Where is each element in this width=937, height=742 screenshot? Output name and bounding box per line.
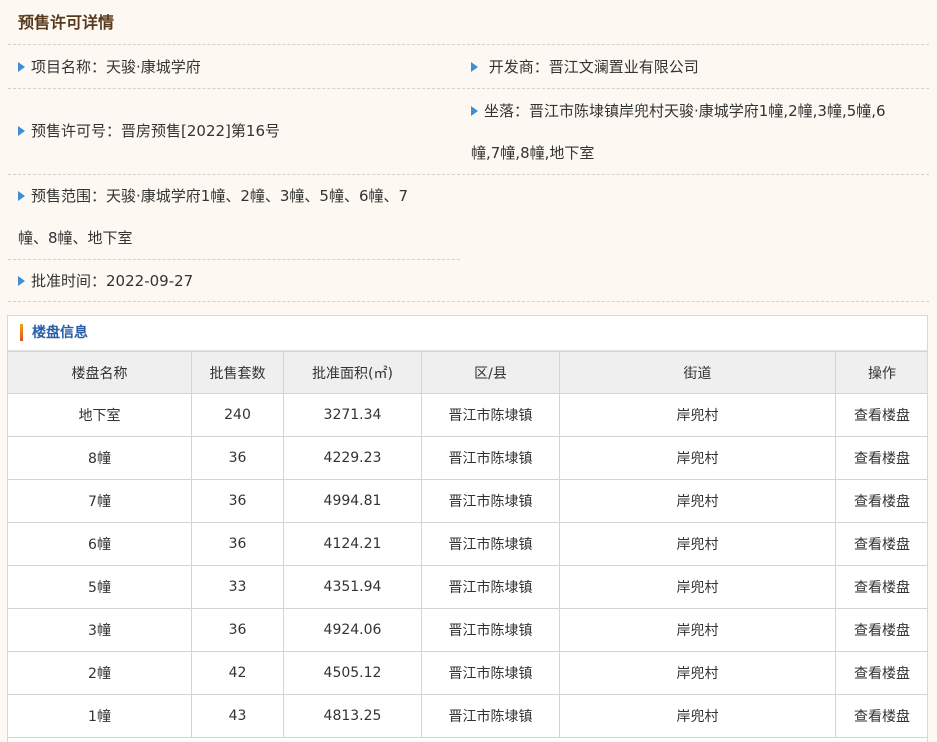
building-info-panel: 楼盘信息 楼盘名称 批售套数 批准面积(㎡) 区/县 街道 操作 地下室 240… [7, 315, 928, 742]
info-permit-no: 预售许可号：晋房预售[2022]第16号 [18, 110, 280, 152]
table-row: 2幢 42 4505.12 晋江市陈埭镇 岸兜村 查看楼盘 [8, 651, 927, 695]
view-building-link[interactable]: 查看楼盘 [835, 651, 927, 695]
cell-units: 36 [191, 436, 284, 480]
column-header: 楼盘名称 [8, 351, 192, 394]
cell-building-name: 地下室 [8, 393, 192, 437]
cell-district: 晋江市陈埭镇 [421, 651, 560, 695]
divider [8, 88, 929, 89]
cell-area: 4351.94 [283, 565, 422, 609]
triangle-bullet-icon [471, 61, 478, 72]
view-building-link[interactable]: 查看楼盘 [835, 479, 927, 523]
cell-building-name: 3幢 [8, 608, 192, 652]
triangle-bullet-icon [18, 190, 25, 201]
cell-units: 33 [191, 565, 284, 609]
info-approve-date: 批准时间：2022-09-27 [18, 260, 193, 302]
info-value: 天骏·康城学府 [106, 58, 201, 76]
info-project-name: 项目名称：天骏·康城学府 [18, 46, 201, 88]
info-label: 项目名称： [31, 58, 107, 76]
cell-street: 岸兜村 [559, 522, 836, 566]
info-label: 开发商： [488, 58, 549, 76]
cell-building-name: 8幢 [8, 436, 192, 480]
triangle-bullet-icon [18, 61, 25, 72]
view-building-link[interactable]: 查看楼盘 [835, 694, 927, 738]
info-value: 天骏·康城学府1幢、2幢、3幢、5幢、6幢、7 [106, 187, 409, 205]
cell-district: 晋江市陈埭镇 [421, 522, 560, 566]
info-value: 晋江市陈埭镇岸兜村天骏·康城学府1幢,2幢,3幢,5幢,6 [529, 102, 886, 120]
view-building-link[interactable]: 查看楼盘 [835, 393, 927, 437]
info-location: 坐落：晋江市陈埭镇岸兜村天骏·康城学府1幢,2幢,3幢,5幢,6 幢,7幢,8幢… [471, 90, 931, 174]
column-header: 街道 [559, 351, 836, 394]
cell-building-name: 1幢 [8, 694, 192, 738]
cell-area: 4813.25 [283, 694, 422, 738]
cell-street: 岸兜村 [559, 436, 836, 480]
divider [8, 301, 929, 302]
table-row: 1幢 43 4813.25 晋江市陈埭镇 岸兜村 查看楼盘 [8, 694, 927, 738]
info-value: 晋房预售[2022]第16号 [121, 122, 280, 140]
divider [8, 44, 929, 45]
cell-street: 岸兜村 [559, 651, 836, 695]
triangle-bullet-icon [18, 275, 25, 286]
cell-street: 岸兜村 [559, 393, 836, 437]
panel-header: 楼盘信息 [8, 316, 927, 351]
cell-units: 36 [191, 479, 284, 523]
cell-street: 岸兜村 [559, 694, 836, 738]
view-building-link[interactable]: 查看楼盘 [835, 436, 927, 480]
info-label: 预售范围： [31, 187, 107, 205]
info-value: 2022-09-27 [106, 272, 194, 290]
table-row: 7幢 36 4994.81 晋江市陈埭镇 岸兜村 查看楼盘 [8, 479, 927, 523]
info-value-cont: 幢、8幢、地下室 [18, 229, 133, 247]
cell-building-name: 2幢 [8, 651, 192, 695]
cell-area: 4505.12 [283, 651, 422, 695]
cell-area: 3271.34 [283, 393, 422, 437]
cell-district: 晋江市陈埭镇 [421, 479, 560, 523]
cell-district: 晋江市陈埭镇 [421, 436, 560, 480]
cell-street: 岸兜村 [559, 565, 836, 609]
cell-street: 岸兜村 [559, 608, 836, 652]
cell-district: 晋江市陈埭镇 [421, 694, 560, 738]
section-marker-icon [20, 324, 23, 341]
cell-building-name: 6幢 [8, 522, 192, 566]
column-header: 批准面积(㎡) [283, 351, 422, 394]
cell-building-name: 5幢 [8, 565, 192, 609]
table-row: 5幢 33 4351.94 晋江市陈埭镇 岸兜村 查看楼盘 [8, 565, 927, 609]
column-header: 操作 [835, 351, 927, 394]
page-title: 预售许可详情 [18, 13, 115, 32]
cell-units: 42 [191, 651, 284, 695]
view-building-link[interactable]: 查看楼盘 [835, 522, 927, 566]
cell-area: 4994.81 [283, 479, 422, 523]
cell-units: 240 [191, 393, 284, 437]
column-header: 批售套数 [191, 351, 284, 394]
table-header-row: 楼盘名称 批售套数 批准面积(㎡) 区/县 街道 操作 [8, 351, 927, 394]
view-building-link[interactable]: 查看楼盘 [835, 565, 927, 609]
column-header: 区/县 [421, 351, 560, 394]
cell-district: 晋江市陈埭镇 [421, 393, 560, 437]
triangle-bullet-icon [18, 125, 25, 136]
table-row: 8幢 36 4229.23 晋江市陈埭镇 岸兜村 查看楼盘 [8, 436, 927, 480]
panel-title: 楼盘信息 [32, 325, 88, 341]
table-row: 地下室 240 3271.34 晋江市陈埭镇 岸兜村 查看楼盘 [8, 393, 927, 437]
view-building-link[interactable]: 查看楼盘 [835, 608, 927, 652]
cell-building-name: 7幢 [8, 479, 192, 523]
triangle-bullet-icon [471, 105, 478, 116]
info-value-cont: 幢,7幢,8幢,地下室 [471, 144, 595, 162]
cell-area: 4124.21 [283, 522, 422, 566]
cell-street: 岸兜村 [559, 479, 836, 523]
cell-district: 晋江市陈埭镇 [421, 608, 560, 652]
info-scope: 预售范围：天骏·康城学府1幢、2幢、3幢、5幢、6幢、7 幢、8幢、地下室 [18, 175, 458, 259]
info-label: 批准时间： [31, 272, 107, 290]
cell-area: 4924.06 [283, 608, 422, 652]
cell-area: 4229.23 [283, 436, 422, 480]
info-value: 晋江文澜置业有限公司 [548, 58, 699, 76]
presale-permit-page: 预售许可详情 项目名称：天骏·康城学府 开发商：晋江文澜置业有限公司 预售许可号… [0, 0, 937, 742]
table-row: 3幢 36 4924.06 晋江市陈埭镇 岸兜村 查看楼盘 [8, 608, 927, 652]
cell-units: 36 [191, 608, 284, 652]
cell-district: 晋江市陈埭镇 [421, 565, 560, 609]
info-label: 坐落： [484, 102, 530, 120]
info-label: 预售许可号： [31, 122, 122, 140]
info-developer: 开发商：晋江文澜置业有限公司 [471, 46, 699, 88]
cell-units: 36 [191, 522, 284, 566]
cell-units: 43 [191, 694, 284, 738]
building-table: 楼盘名称 批售套数 批准面积(㎡) 区/县 街道 操作 地下室 240 3271… [8, 351, 927, 738]
table-row: 6幢 36 4124.21 晋江市陈埭镇 岸兜村 查看楼盘 [8, 522, 927, 566]
